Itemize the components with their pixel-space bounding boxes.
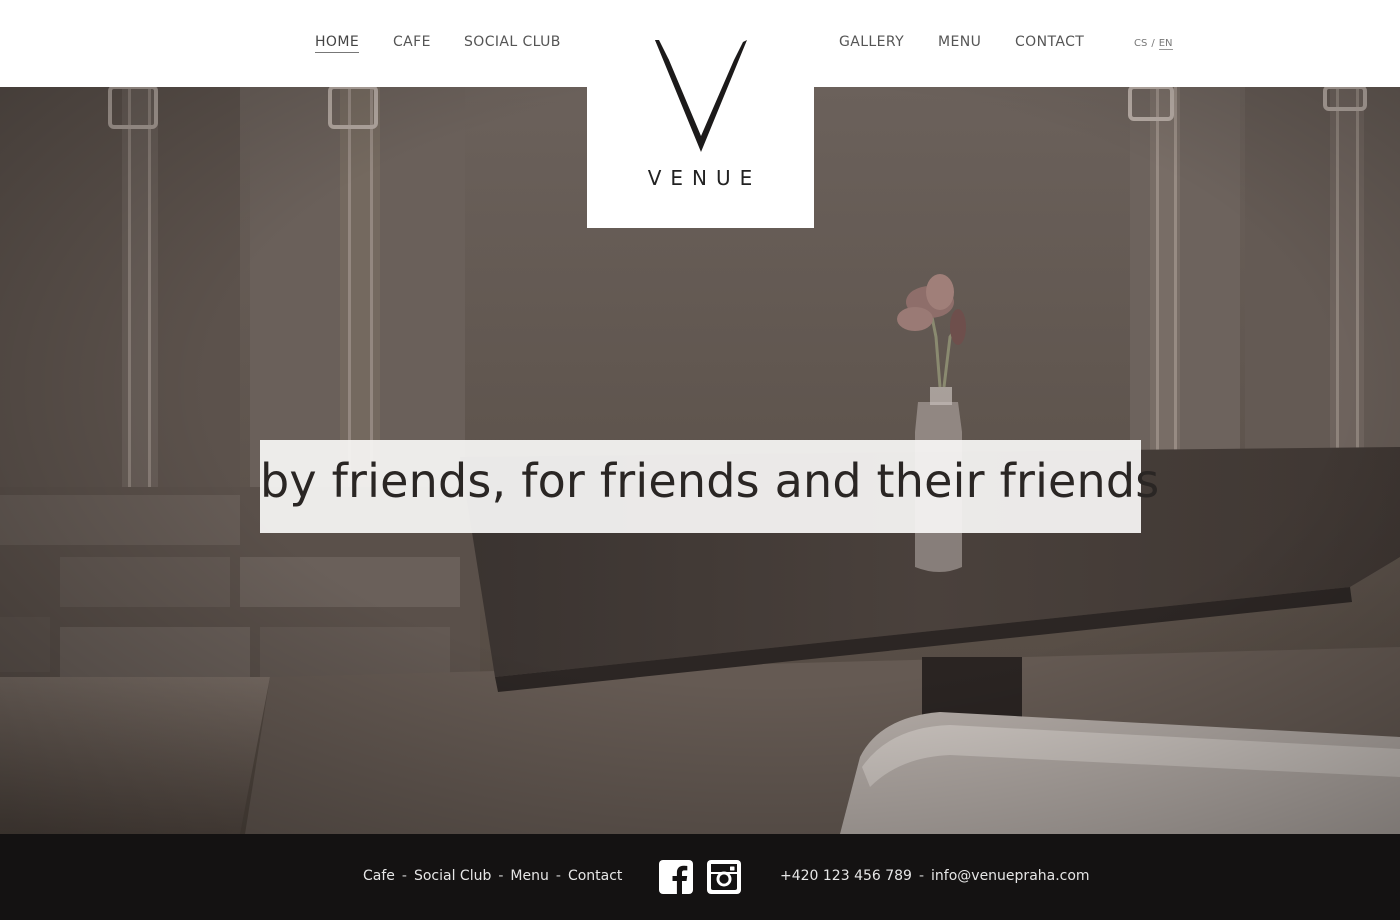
lang-separator: / — [1151, 38, 1155, 49]
nav-menu-link[interactable]: MENU — [938, 34, 981, 50]
language-switcher: CS / EN — [1134, 38, 1173, 50]
footer-separator: - — [401, 868, 407, 884]
tagline-banner: by friends, for friends and their friend… — [260, 440, 1160, 533]
hero-tagline: by friends, for friends and their friend… — [260, 454, 1160, 508]
footer-link-cafe[interactable]: Cafe — [363, 868, 395, 884]
footer-separator: - — [498, 868, 504, 884]
lang-cs-link[interactable]: CS — [1134, 38, 1147, 49]
footer-email[interactable]: info@venuepraha.com — [931, 868, 1090, 884]
lang-en-link[interactable]: EN — [1158, 38, 1173, 50]
nav-contact-link[interactable]: CONTACT — [1015, 34, 1084, 50]
footer-link-contact[interactable]: Contact — [568, 868, 622, 884]
footer-contact: +420 123 456 789- info@venuepraha.com — [780, 868, 1090, 884]
site-footer: Cafe - Social Club - Menu - Contact +420 123 4… — [0, 834, 1400, 920]
footer-link-social-club[interactable]: Social Club — [414, 868, 491, 884]
footer-nav: Cafe - Social Club - Menu - Contact — [363, 868, 622, 884]
nav-social-club-link[interactable]: SOCIAL CLUB — [464, 34, 561, 50]
nav-cafe-link[interactable]: CAFE — [393, 34, 431, 50]
venue-logo[interactable]: VENUE — [587, 0, 814, 228]
facebook-icon[interactable] — [659, 860, 693, 894]
v-logo-mark-icon — [655, 40, 747, 152]
nav-home-link[interactable]: HOME — [315, 34, 360, 53]
contact-separator: - — [918, 868, 925, 884]
nav-gallery-link[interactable]: GALLERY — [839, 34, 904, 50]
footer-link-menu[interactable]: Menu — [510, 868, 548, 884]
instagram-icon[interactable] — [707, 860, 741, 894]
logo-wordmark: VENUE — [647, 166, 762, 190]
footer-separator: - — [555, 868, 561, 884]
footer-phone[interactable]: +420 123 456 789 — [780, 868, 912, 884]
